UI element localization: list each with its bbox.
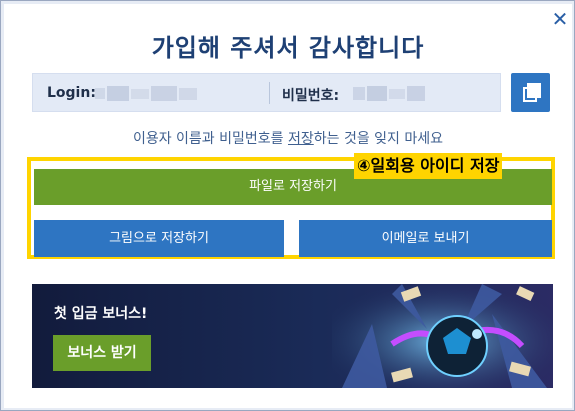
save-reminder-text: 이용자 이름과 비밀번호를 저장하는 것을 잊지 마세요 — [4, 128, 572, 148]
send-email-button[interactable]: 이메일로 보내기 — [299, 220, 552, 257]
close-icon[interactable]: ✕ — [550, 8, 570, 30]
first-deposit-bonus-banner[interactable]: 첫 입금 보너스! 보너스 받기 — [32, 284, 553, 388]
password-label: 비밀번호: — [282, 88, 340, 104]
dialog-frame: ✕ 가입해 주셔서 감사합니다 Login: 비밀번호: 이용자 이름과 비밀번… — [0, 0, 575, 411]
notice-before: 이용자 이름과 비밀번호를 — [132, 131, 288, 147]
password-value-masked — [353, 86, 425, 101]
dialog-title: 가입해 주셔서 감사합니다 — [151, 34, 425, 62]
login-value-masked — [95, 86, 197, 101]
credentials-divider — [269, 82, 270, 104]
soccer-ball-illustration — [332, 284, 553, 388]
login-label: Login: — [47, 85, 96, 101]
bonus-banner-title: 첫 입금 보너스! — [54, 306, 148, 322]
copy-credentials-button[interactable] — [511, 73, 550, 112]
credentials-box: Login: 비밀번호: — [32, 73, 501, 112]
registration-success-dialog: ✕ 가입해 주셔서 감사합니다 Login: 비밀번호: 이용자 이름과 비밀번… — [4, 4, 572, 408]
annotation-callout: ④일회용 아이디 저장 — [354, 153, 503, 179]
notice-after: 하는 것을 잊지 마세요 — [313, 131, 444, 147]
save-link[interactable]: 저장 — [288, 131, 314, 147]
get-bonus-button[interactable]: 보너스 받기 — [53, 335, 151, 371]
save-as-image-button[interactable]: 그림으로 저장하기 — [34, 220, 284, 257]
